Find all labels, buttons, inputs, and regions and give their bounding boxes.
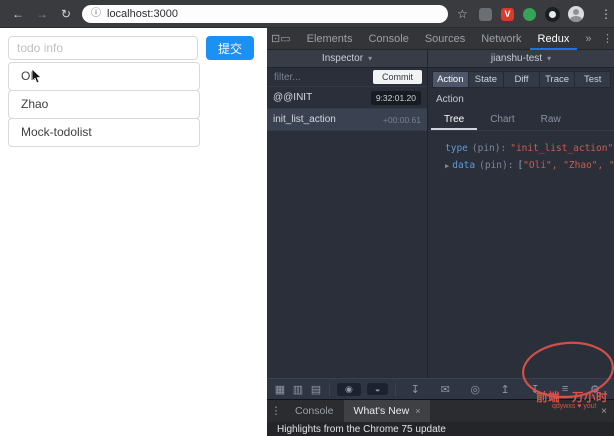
action-row[interactable]: init_list_action +00:00.61 (267, 109, 427, 131)
github-octocat-icon[interactable] (545, 7, 560, 22)
tree-array-values: "Oli", "Zhao", "Mock-todol…" (523, 160, 614, 171)
screenshot-root: ← → ↻ ⓘ localhost:3000 ☆ V ⋮ 提交 Oli Zhao… (0, 0, 614, 436)
lock-changes-button[interactable]: ◒ (366, 383, 389, 395)
tab-test[interactable]: Test (574, 71, 611, 88)
tree-row-type[interactable]: type (pin): "init_list_action" (445, 140, 614, 157)
detail-tabs: Action State Diff Trace Test (432, 71, 611, 88)
site-info-icon[interactable]: ⓘ (91, 9, 101, 19)
browser-menu-icon[interactable]: ⋮ (600, 7, 612, 21)
whats-new-label: What's New (353, 405, 410, 417)
toolbar-right-group: ↧ ✉ ◎ ↥ ↧ ≡ ⚙ (400, 383, 610, 396)
settings-sliders-icon[interactable]: ≡ (556, 383, 574, 395)
layout-bottom-icon[interactable]: ▦ (271, 383, 289, 396)
extension-v-icon[interactable]: V (501, 8, 514, 21)
action-name: init_list_action (273, 114, 336, 125)
tab-diff[interactable]: Diff (503, 71, 540, 88)
drawer-tab-console[interactable]: Console (285, 400, 344, 423)
tab-trace[interactable]: Trace (538, 71, 576, 88)
device-toolbar-icon[interactable]: ▭ (280, 32, 290, 45)
filter-input[interactable] (272, 70, 352, 84)
chevron-down-icon: ▾ (368, 54, 373, 63)
action-detail-panel: Action State Diff Trace Test Action Tree… (429, 68, 614, 378)
todo-app-page: 提交 Oli Zhao Mock-todolist (0, 28, 267, 436)
mouse-cursor-icon (31, 69, 42, 84)
tree-pin-label: (pin): (471, 143, 507, 154)
browser-toolbar: ← → ↻ ⓘ localhost:3000 ☆ V ⋮ (0, 0, 614, 28)
tab-state[interactable]: State (467, 71, 505, 88)
view-tabs: Tree Chart Raw (429, 111, 614, 131)
bookmark-star-icon[interactable]: ☆ (457, 7, 468, 21)
instance-dropdown[interactable]: jianshu-test ▾ (428, 50, 614, 68)
devtools-tabbar: ⊡ ▭ Elements Console Sources Network Red… (267, 28, 614, 50)
todo-item[interactable]: Mock-todolist (8, 118, 200, 147)
action-name: @@INIT (273, 92, 313, 103)
drawer-tab-whats-new[interactable]: What's New × (343, 399, 431, 423)
extension-green-icon[interactable] (523, 8, 536, 21)
profile-avatar[interactable] (568, 6, 584, 22)
section-label: Action (436, 94, 464, 105)
redux-footer-toolbar: ▦ ▥ ▤ ◉ ◒ ↧ ✉ ◎ ↥ ↧ ≡ ⚙ (267, 378, 614, 399)
tab-network[interactable]: Network (473, 28, 529, 50)
tab-raw[interactable]: Raw (528, 111, 574, 130)
layout-window-icon[interactable]: ▤ (307, 383, 325, 396)
forward-icon[interactable]: → (34, 7, 50, 21)
action-timestamp: 9:32:01.20 (370, 90, 421, 105)
action-tree: type (pin): "init_list_action" ▶ data (pin):… (429, 131, 614, 175)
tree-key: type (445, 143, 468, 154)
more-tabs-icon[interactable]: » (577, 28, 599, 50)
import-icon[interactable]: ↥ (496, 383, 514, 396)
commit-button[interactable]: Commit (373, 70, 422, 84)
divider (395, 382, 397, 396)
todo-item[interactable]: Zhao (8, 90, 200, 119)
drawer-menu-icon[interactable]: ⋮ (267, 405, 285, 417)
tab-close-icon[interactable]: × (415, 406, 420, 416)
tab-elements[interactable]: Elements (299, 28, 361, 50)
tab-chart[interactable]: Chart (477, 111, 527, 130)
divider (329, 382, 330, 396)
tab-sources[interactable]: Sources (417, 28, 473, 50)
gear-icon[interactable]: ⚙ (586, 383, 604, 396)
action-row[interactable]: @@INIT 9:32:01.20 (267, 87, 427, 109)
tree-value: "init_list_action" (510, 143, 614, 154)
persist-icon[interactable]: ◎ (466, 383, 484, 396)
drawer-close-icon[interactable]: × (594, 406, 614, 417)
address-bar[interactable]: ⓘ localhost:3000 (82, 5, 448, 23)
tree-row-data[interactable]: ▶data(pin):["Oli", "Zhao", "Mock-todol…"… (445, 157, 614, 175)
dispatcher-icon[interactable]: ↧ (406, 383, 424, 396)
chevron-down-icon: ▾ (547, 54, 552, 63)
whats-new-content: Highlights from the Chrome 75 update (267, 422, 614, 436)
instance-label: jianshu-test (490, 53, 543, 64)
inspector-label: Inspector (321, 53, 364, 64)
drawer-tabbar: ⋮ Console What's New × × (267, 399, 614, 423)
pause-recording-button[interactable]: ◉ (337, 382, 361, 396)
tree-pin-label: (pin): (479, 160, 514, 171)
share-icon[interactable]: ✉ (436, 383, 454, 396)
devtools-menu-icon[interactable]: ⋮ (599, 32, 614, 45)
whats-new-headline: Highlights from the Chrome 75 update (277, 423, 446, 435)
tab-tree[interactable]: Tree (431, 111, 477, 130)
tab-console[interactable]: Console (360, 28, 416, 50)
extension-cat-icon[interactable] (479, 8, 492, 21)
tab-redux[interactable]: Redux (529, 28, 578, 50)
refresh-icon[interactable]: ↻ (58, 7, 74, 21)
back-icon[interactable]: ← (10, 7, 26, 21)
tab-action[interactable]: Action (432, 71, 469, 88)
inspect-element-icon[interactable]: ⊡ (271, 32, 280, 45)
todo-input[interactable] (8, 36, 198, 60)
expand-arrow-icon[interactable]: ▶ (445, 162, 449, 170)
devtools-panel: ⊡ ▭ Elements Console Sources Network Red… (267, 28, 614, 436)
action-timestamp: +00:00.61 (382, 114, 421, 125)
url-text: localhost:3000 (107, 7, 178, 20)
filter-row: Commit (267, 68, 427, 87)
export-icon[interactable]: ↧ (526, 383, 544, 396)
submit-button[interactable]: 提交 (206, 36, 254, 60)
inspector-dropdown[interactable]: Inspector ▾ (267, 50, 428, 68)
tree-key: data (452, 160, 476, 171)
layout-right-icon[interactable]: ▥ (289, 383, 307, 396)
action-list-panel: Commit @@INIT 9:32:01.20 init_list_actio… (267, 68, 428, 378)
